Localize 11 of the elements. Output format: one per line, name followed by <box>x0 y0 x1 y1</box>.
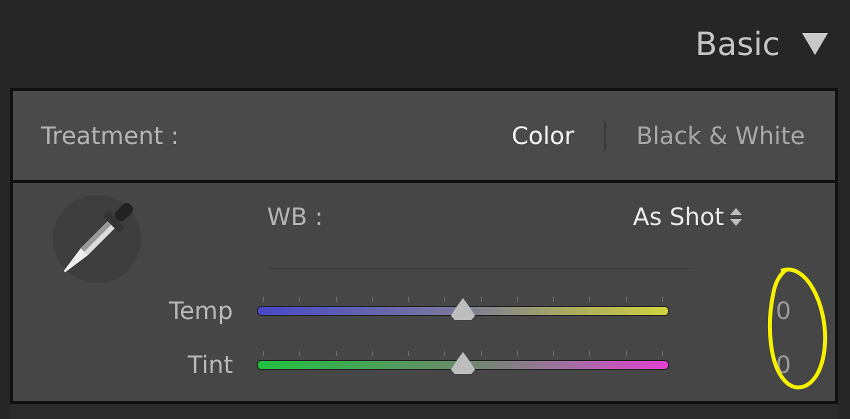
slider-label: Tint <box>186 351 233 379</box>
treatment-option[interactable]: Color <box>512 122 574 150</box>
wb-label: WB : <box>267 203 323 231</box>
slider-value: 0 <box>776 297 791 325</box>
panel-title: Basic <box>695 25 780 63</box>
treatment-option[interactable]: Black & White <box>636 122 805 150</box>
slider-label: Temp <box>168 297 233 325</box>
up-down-arrows-icon <box>730 208 742 226</box>
collapse-triangle-icon[interactable] <box>802 33 828 55</box>
treatment-label: Treatment : <box>41 122 179 150</box>
wb-dropdown[interactable]: As Shot <box>632 203 742 231</box>
